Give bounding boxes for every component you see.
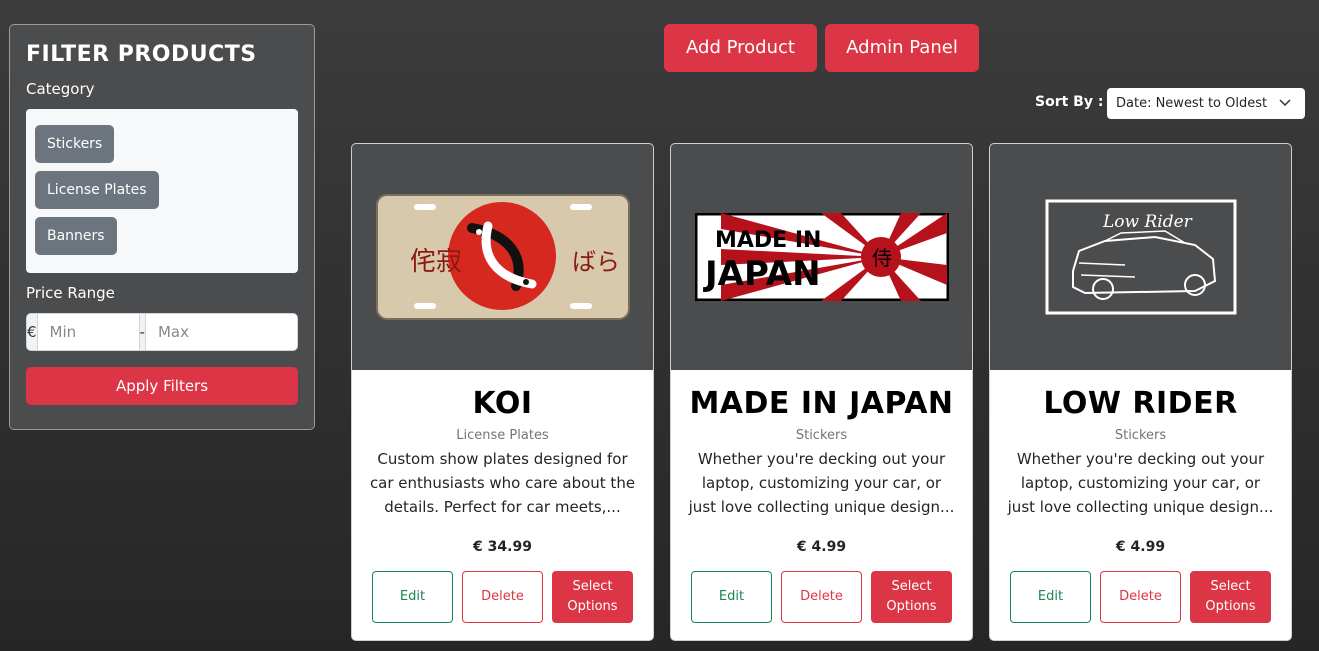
product-description: Custom show plates designed for car enth… [369,450,636,516]
add-product-button[interactable]: Add Product [664,24,817,72]
svg-text:JAPAN: JAPAN [703,254,821,294]
price-max-input[interactable] [145,314,297,350]
low-rider-sticker-image: Low Rider [1045,199,1236,315]
price-min-input[interactable] [37,314,139,350]
product-actions: Edit Delete Select Options [352,571,653,623]
product-actions: Edit Delete Select Options [990,571,1291,623]
product-actions: Edit Delete Select Options [671,571,972,623]
product-card: Low Rider LOW RIDER Stickers Whether you… [989,143,1292,641]
price-range-label: Price Range [26,284,115,302]
delete-button[interactable]: Delete [462,571,543,623]
select-options-button[interactable]: Select Options [1190,571,1271,623]
product-category: License Plates [456,428,549,443]
currency-addon: € [27,314,38,350]
delete-button[interactable]: Delete [1100,571,1181,623]
product-price: € 34.99 [473,539,532,555]
product-title: MADE IN JAPAN [689,386,954,421]
apply-filters-button[interactable]: Apply Filters [26,367,298,405]
product-title: LOW RIDER [1043,386,1238,421]
category-license-plates[interactable]: License Plates [35,171,159,209]
chevron-down-icon [1279,88,1291,131]
edit-button[interactable]: Edit [1010,571,1091,623]
select-options-button[interactable]: Select Options [871,571,952,623]
admin-panel-button[interactable]: Admin Panel [825,24,979,72]
made-in-japan-sticker-image: 侍 MADE IN JAPAN [694,213,949,301]
product-price: € 4.99 [796,539,847,555]
product-description: Whether you're decking out your laptop, … [1007,450,1274,516]
svg-text:Low Rider: Low Rider [1102,212,1193,232]
price-dash: - [138,314,146,350]
sort-value: Date: Newest to Oldest [1116,96,1268,111]
edit-button[interactable]: Edit [372,571,453,623]
product-title: KOI [472,386,533,421]
price-range-group: € - [26,313,298,351]
product-image-koi[interactable]: 侘寂 ばら [352,144,653,370]
product-image-low-rider[interactable]: Low Rider [990,144,1291,370]
category-label: Category [26,80,95,98]
product-category: Stickers [1114,428,1167,443]
product-card: 侘寂 ばら KOI License Plates Custom show pla… [351,143,654,641]
category-banners[interactable]: Banners [35,217,117,255]
sort-select[interactable]: Date: Newest to Oldest [1107,88,1305,119]
koi-plate-image: 侘寂 ばら [375,194,630,320]
product-card: 侍 MADE IN JAPAN MADE IN JAPAN Stickers W… [670,143,973,641]
select-options-button[interactable]: Select Options [552,571,633,623]
svg-text:侘寂: 侘寂 [410,247,462,277]
svg-text:MADE IN: MADE IN [715,228,821,253]
product-image-made-in-japan[interactable]: 侍 MADE IN JAPAN [671,144,972,370]
sort-label: Sort By : [1035,94,1104,110]
filter-panel: FILTER PRODUCTS Category Stickers Licens… [9,24,315,430]
category-list: Stickers License Plates Banners [26,109,298,273]
product-category: Stickers [795,428,848,443]
product-description: Whether you're decking out your laptop, … [688,450,955,516]
delete-button[interactable]: Delete [781,571,862,623]
edit-button[interactable]: Edit [691,571,772,623]
svg-text:侍: 侍 [872,246,892,270]
svg-text:ばら: ばら [572,248,620,276]
product-price: € 4.99 [1115,539,1166,555]
filter-heading: FILTER PRODUCTS [26,42,257,67]
category-stickers[interactable]: Stickers [35,125,115,163]
